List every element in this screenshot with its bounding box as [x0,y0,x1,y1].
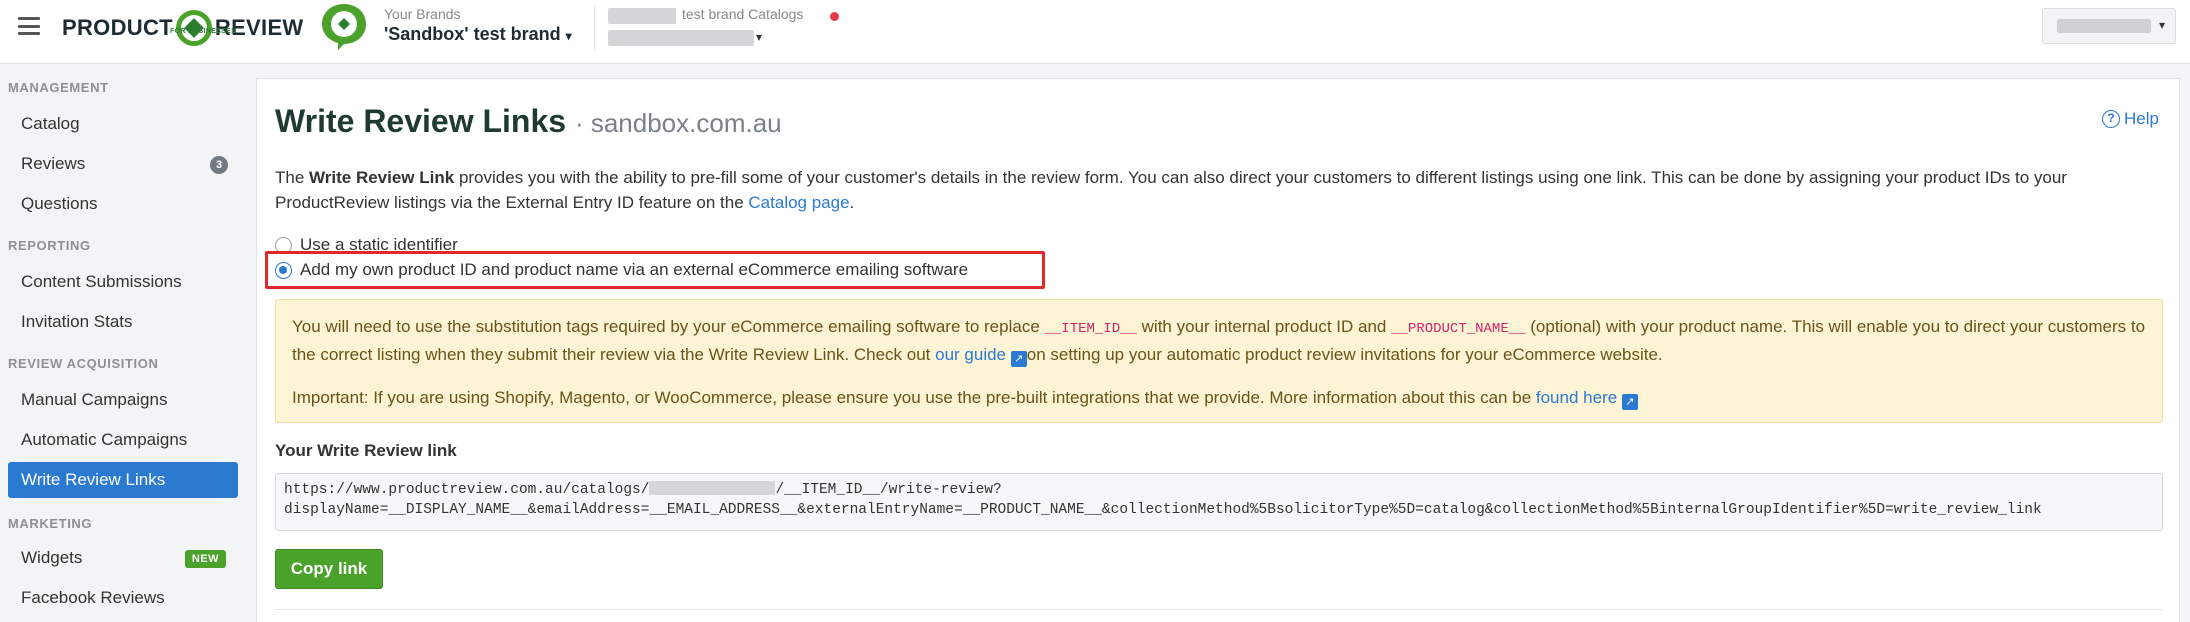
top-header: PRODUCT REVIEW FOR BUSINESSES Your Brand… [0,0,2190,64]
redacted-text [608,8,676,24]
user-menu[interactable]: ▾ [2042,8,2176,44]
sidebar-item-manual-campaigns[interactable]: Manual Campaigns [8,382,238,418]
copy-link-button[interactable]: Copy link [275,549,383,589]
brand-selector[interactable]: Your Brands 'Sandbox' test brand ▾ [384,6,572,45]
external-link-icon: ↗ [1010,351,1027,367]
sidebar-section-management: MANAGEMENT [8,80,109,95]
redacted-catalog-name [608,30,754,46]
notice-paragraph-2: Important: If you are using Shopify, Mag… [292,385,2146,410]
sidebar: MANAGEMENT Catalog Reviews 3 Questions R… [0,64,246,622]
redacted-user-name [2057,19,2151,33]
sidebar-item-questions[interactable]: Questions [8,186,238,222]
sidebar-item-label: Reviews [21,154,86,173]
sidebar-item-label: Widgets [21,548,83,567]
divider [275,609,2163,610]
header-divider [594,6,595,50]
catalogs-label: test brand Catalogs [682,6,804,22]
intro-text: The Write Review Link provides you with … [275,168,2067,212]
sidebar-item-content-submissions[interactable]: Content Submissions [8,264,238,300]
found-here-link[interactable]: found here [1536,388,1617,407]
chevron-down-icon: ▾ [565,29,572,43]
notice-paragraph-1: You will need to use the substitution ta… [292,317,2146,367]
write-review-link-label: Your Write Review link [275,441,457,460]
product-name-tag: __PRODUCT_NAME__ [1391,321,1526,337]
sidebar-item-widgets[interactable]: Widgets NEW [8,540,238,576]
sidebar-item-reviews[interactable]: Reviews 3 [8,146,238,182]
external-link-icon: ↗ [1621,394,1638,410]
notification-dot [830,12,839,21]
brands-label: Your Brands [384,6,461,22]
intro-bold: Write Review Link [309,168,455,187]
sidebar-item-catalog[interactable]: Catalog [8,106,238,142]
sidebar-item-facebook-reviews[interactable]: Facebook Reviews [8,580,238,616]
sidebar-section-review-acquisition: REVIEW ACQUISITION [8,356,159,371]
chevron-down-icon: ▾ [2159,18,2166,32]
reviews-count-badge: 3 [210,156,228,174]
sidebar-item-automatic-campaigns[interactable]: Automatic Campaigns [8,422,238,458]
catalog-page-link[interactable]: Catalog page [748,193,849,212]
logo-subtitle: FOR BUSINESSES [170,28,237,35]
sidebar-item-write-review-links[interactable]: Write Review Links [8,462,238,498]
redacted-catalog-id [649,481,776,495]
item-id-tag: __ITEM_ID__ [1044,321,1137,337]
brand-badge-icon [322,4,366,50]
sidebar-section-marketing: MARKETING [8,516,93,531]
help-icon: ? [2102,110,2121,128]
main-panel: Write Review Links · sandbox.com.au ? He… [256,78,2180,622]
help-label: Help [2124,109,2159,128]
page-title-domain: · sandbox.com.au [574,108,782,138]
logo-text-left: PRODUCT [62,15,173,40]
write-review-link-field[interactable]: https://www.productreview.com.au/catalog… [275,473,2163,531]
info-notice: You will need to use the substitution ta… [275,299,2163,423]
page-title-text: Write Review Links [275,103,567,139]
brand-name[interactable]: 'Sandbox' test brand ▾ [384,24,572,45]
page-title: Write Review Links · sandbox.com.au [275,103,782,140]
sidebar-section-reporting: REPORTING [8,238,91,253]
new-badge: NEW [184,550,226,568]
help-link[interactable]: ? Help [2102,109,2159,129]
menu-icon[interactable] [18,17,40,35]
highlight-annotation [265,251,1045,289]
chevron-down-icon: ▾ [756,30,763,44]
sidebar-item-invitation-stats[interactable]: Invitation Stats [8,304,238,340]
our-guide-link[interactable]: our guide [935,345,1006,364]
